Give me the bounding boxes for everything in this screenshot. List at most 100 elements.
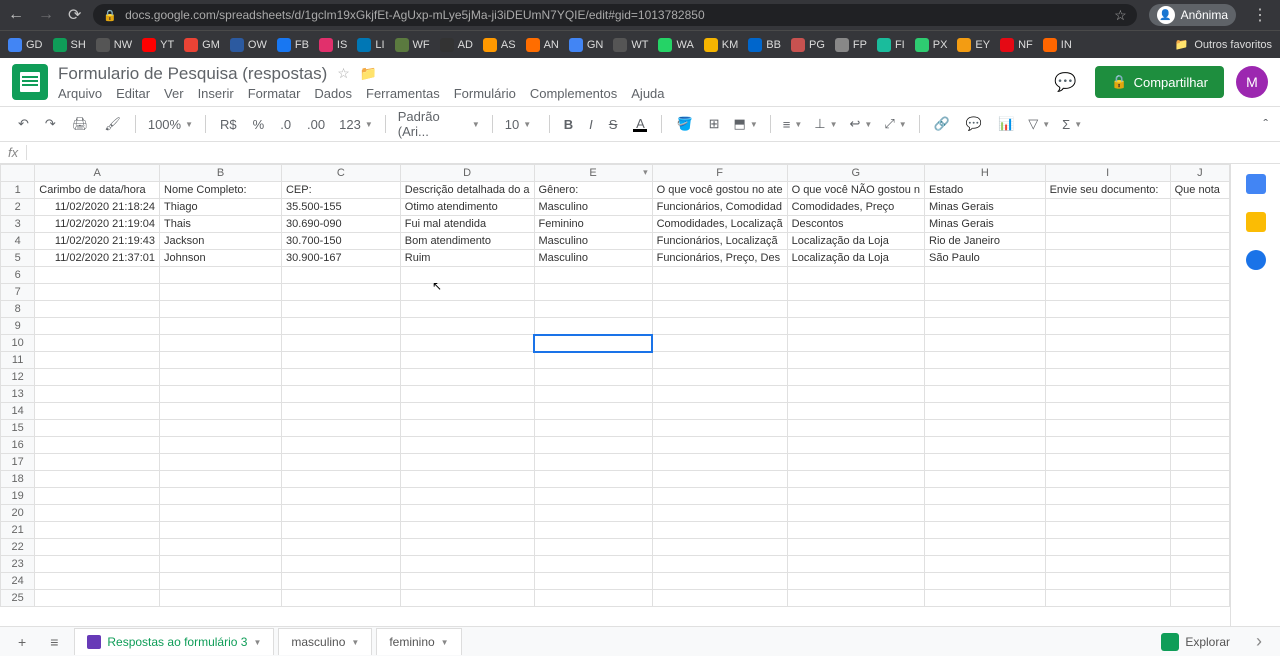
cell[interactable] [925,352,1046,369]
row-header[interactable]: 22 [1,539,35,556]
cell[interactable] [400,318,534,335]
cell[interactable] [925,369,1046,386]
cell[interactable] [925,556,1046,573]
add-sheet-button[interactable]: + [10,630,34,654]
cell[interactable] [1170,199,1229,216]
cell[interactable] [925,471,1046,488]
spreadsheet-grid[interactable]: ABCDEFGHIJ1Carimbo de data/horaNome Comp… [0,164,1230,626]
cell[interactable] [787,590,924,607]
cell[interactable] [35,437,160,454]
row-header[interactable]: 14 [1,403,35,420]
cell[interactable] [652,590,787,607]
number-format-select[interactable]: 123▼ [335,115,377,134]
cell[interactable]: 11/02/2020 21:19:04 [35,216,160,233]
cell[interactable] [1045,590,1170,607]
cell[interactable] [787,488,924,505]
cell[interactable] [400,301,534,318]
bookmark-star-icon[interactable]: ☆ [1114,7,1127,24]
menu-item[interactable]: Arquivo [58,86,102,101]
cell[interactable] [534,386,652,403]
menu-item[interactable]: Dados [314,86,352,101]
cell[interactable]: 11/02/2020 21:18:24 [35,199,160,216]
cell[interactable] [787,403,924,420]
cell[interactable] [400,352,534,369]
cell[interactable]: Envie seu documento: [1045,182,1170,199]
cell[interactable] [787,352,924,369]
cell[interactable]: Minas Gerais [925,199,1046,216]
cell[interactable] [925,488,1046,505]
chevron-down-icon[interactable]: ▼ [253,638,261,647]
cell[interactable] [1170,590,1229,607]
cell[interactable] [400,488,534,505]
row-header[interactable]: 25 [1,590,35,607]
cell[interactable]: Estado [925,182,1046,199]
decrease-decimal-button[interactable]: .0 [274,113,297,136]
cell[interactable]: 30.690-090 [281,216,400,233]
cell[interactable] [281,471,400,488]
strikethrough-button[interactable]: S [603,113,624,136]
back-button[interactable]: ← [8,6,24,24]
cell[interactable] [925,386,1046,403]
column-header[interactable]: G [787,165,924,182]
cell[interactable]: 35.500-155 [281,199,400,216]
bookmark-item[interactable]: WT [613,38,648,52]
column-header[interactable]: A [35,165,160,182]
cell[interactable]: Descrição detalhada do a [400,182,534,199]
cell[interactable] [1045,437,1170,454]
cell[interactable] [160,352,282,369]
cell[interactable]: O que você gostou no ate [652,182,787,199]
bookmark-item[interactable]: PX [915,38,948,52]
cell[interactable] [160,505,282,522]
cell[interactable] [534,454,652,471]
cell[interactable] [35,590,160,607]
cell[interactable] [534,335,652,352]
sheets-logo-icon[interactable] [12,64,48,100]
cell[interactable] [534,522,652,539]
cell[interactable] [281,267,400,284]
merge-cells-button[interactable]: ⬒▼ [730,114,762,134]
cell[interactable] [281,454,400,471]
insert-link-button[interactable]: 🔗 [928,112,956,136]
currency-button[interactable]: R$ [214,113,243,136]
cell[interactable] [534,590,652,607]
cell[interactable] [787,318,924,335]
increase-decimal-button[interactable]: .00 [301,113,331,136]
cell[interactable] [534,420,652,437]
menu-item[interactable]: Ver [164,86,184,101]
reload-button[interactable]: ⟳ [68,5,81,25]
collapse-toolbar-button[interactable]: ˆ [1263,116,1268,132]
row-header[interactable]: 7 [1,284,35,301]
cell[interactable]: Descontos [787,216,924,233]
cell[interactable] [160,590,282,607]
cell[interactable]: CEP: [281,182,400,199]
url-bar[interactable]: 🔒 docs.google.com/spreadsheets/d/1gclm19… [93,4,1136,26]
cell[interactable] [925,437,1046,454]
cell[interactable] [35,403,160,420]
column-header[interactable]: F [652,165,787,182]
cell[interactable] [160,556,282,573]
redo-button[interactable]: ↷ [39,112,62,136]
row-header[interactable]: 24 [1,573,35,590]
cell[interactable] [534,471,652,488]
cell[interactable] [400,335,534,352]
cell[interactable] [652,539,787,556]
cell[interactable] [925,539,1046,556]
cell[interactable] [1045,505,1170,522]
cell[interactable] [281,335,400,352]
cell[interactable] [400,267,534,284]
text-color-button[interactable]: A [627,112,653,136]
bold-button[interactable]: B [558,113,579,136]
calendar-icon[interactable] [1246,174,1266,194]
cell[interactable]: Nome Completo: [160,182,282,199]
cell[interactable] [1170,454,1229,471]
undo-button[interactable]: ↶ [12,112,35,136]
bookmark-item[interactable]: LI [357,38,384,52]
row-header[interactable]: 20 [1,505,35,522]
cell[interactable]: 30.700-150 [281,233,400,250]
cell[interactable] [160,454,282,471]
cell[interactable] [652,301,787,318]
cell[interactable] [925,318,1046,335]
cell[interactable]: Minas Gerais [925,216,1046,233]
row-header[interactable]: 16 [1,437,35,454]
sheet-tab[interactable]: feminino▼ [376,628,461,655]
